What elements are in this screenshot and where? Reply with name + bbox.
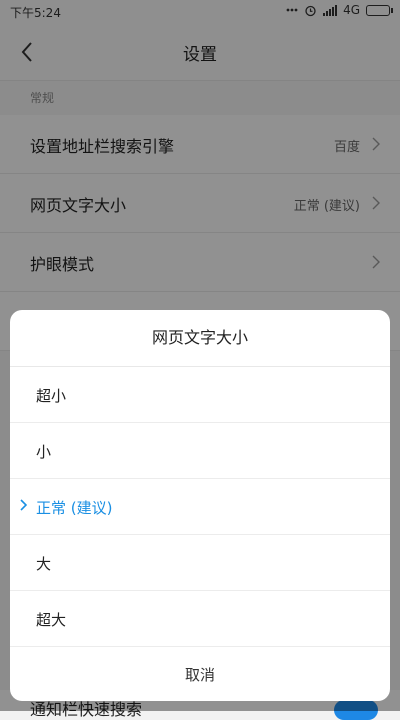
option-label: 超大: [36, 611, 67, 629]
option-label: 大: [36, 555, 52, 573]
option-label: 超小: [36, 387, 67, 405]
option-extra-small[interactable]: 超小: [10, 367, 390, 423]
option-small[interactable]: 小: [10, 423, 390, 479]
option-normal[interactable]: 正常 (建议): [10, 479, 390, 535]
dialog-title: 网页文字大小: [10, 310, 390, 367]
font-size-dialog: 网页文字大小 超小 小 正常 (建议) 大 超大 取消: [10, 310, 390, 701]
option-large[interactable]: 大: [10, 535, 390, 591]
cancel-button[interactable]: 取消: [10, 647, 390, 701]
option-label: 小: [36, 443, 52, 461]
option-extra-large[interactable]: 超大: [10, 591, 390, 647]
option-label: 正常 (建议): [36, 499, 113, 517]
selected-chevron-icon: [20, 499, 27, 511]
